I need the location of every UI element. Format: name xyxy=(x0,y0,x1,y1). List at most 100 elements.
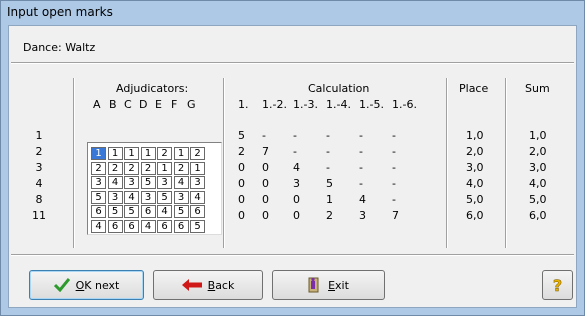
adjudicators-header: Adjudicators: xyxy=(116,82,189,95)
calc-value: 2 xyxy=(326,209,333,222)
mark-cell[interactable]: 6 xyxy=(190,205,205,218)
mark-cell[interactable]: 6 xyxy=(140,205,156,218)
place-value: 3,0 xyxy=(466,161,484,174)
mark-cell[interactable]: 1 xyxy=(107,147,123,160)
help-icon: ? xyxy=(552,275,563,295)
help-button[interactable]: ? xyxy=(542,270,573,300)
calc-value: - xyxy=(262,129,266,142)
mark-cell[interactable]: 3 xyxy=(91,176,106,189)
mark-cell[interactable]: 6 xyxy=(173,219,189,233)
mark-cell[interactable]: 3 xyxy=(157,176,172,189)
exit-door-icon xyxy=(308,277,319,293)
calc-value: - xyxy=(326,129,330,142)
couple-number: 4 xyxy=(35,177,43,190)
mark-cell[interactable]: 1 xyxy=(157,161,172,175)
calc-value: - xyxy=(293,145,297,158)
mark-cell[interactable]: 5 xyxy=(124,205,139,218)
mark-cell[interactable]: 5 xyxy=(157,190,172,204)
mark-cell[interactable]: 1 xyxy=(190,161,205,175)
mark-cell[interactable]: 4 xyxy=(190,190,205,204)
exit-label: Exit xyxy=(328,278,349,292)
calc-value: 4 xyxy=(359,193,366,206)
mark-cell[interactable]: 2 xyxy=(124,161,139,175)
calc-column-header: 1.-2. xyxy=(262,98,287,111)
divider-calculation xyxy=(446,78,448,248)
sum-value: 1,0 xyxy=(529,129,547,142)
calc-value: 5 xyxy=(238,129,245,142)
couple-number: 11 xyxy=(32,209,46,222)
back-button[interactable]: Back xyxy=(153,270,263,300)
back-label: Back xyxy=(207,278,235,292)
mark-cell[interactable]: 4 xyxy=(124,190,139,204)
mark-cell[interactable]: 5 xyxy=(91,190,106,204)
mark-cell[interactable]: 2 xyxy=(107,161,123,175)
mark-cell[interactable]: 6 xyxy=(157,219,172,233)
check-icon xyxy=(53,278,70,292)
mark-cell[interactable]: 5 xyxy=(173,205,189,218)
mark-cell[interactable]: 2 xyxy=(140,161,156,175)
sum-header: Sum xyxy=(525,82,550,95)
mark-cell[interactable]: 4 xyxy=(173,176,189,189)
calculation-header: Calculation xyxy=(308,82,370,95)
place-value: 1,0 xyxy=(466,129,484,142)
calc-value: 4 xyxy=(293,161,300,174)
exit-button[interactable]: Exit xyxy=(272,270,385,300)
mark-cell[interactable]: 2 xyxy=(91,161,106,175)
marks-grid[interactable]: 1111212222212134353435343534655645646646… xyxy=(87,142,222,235)
sum-value: 2,0 xyxy=(529,145,547,158)
adjudicator-letter: G xyxy=(187,98,196,111)
divider-adjudicators xyxy=(223,78,225,248)
calc-value: - xyxy=(293,129,297,142)
mark-cell[interactable]: 1 xyxy=(91,147,106,160)
mark-cell[interactable]: 6 xyxy=(91,205,106,218)
calc-value: 7 xyxy=(262,145,269,158)
calc-value: 0 xyxy=(293,209,300,222)
dance-label: Dance: Waltz xyxy=(23,41,96,54)
calc-value: - xyxy=(359,161,363,174)
mark-cell[interactable]: 1 xyxy=(140,147,156,160)
place-value: 2,0 xyxy=(466,145,484,158)
arrow-left-icon xyxy=(181,279,202,291)
place-value: 6,0 xyxy=(466,209,484,222)
mark-cell[interactable]: 3 xyxy=(173,190,189,204)
calc-value: - xyxy=(392,177,396,190)
mark-cell[interactable]: 4 xyxy=(91,219,106,233)
sum-value: 5,0 xyxy=(529,193,547,206)
mark-cell[interactable]: 6 xyxy=(107,219,123,233)
mark-cell[interactable]: 3 xyxy=(190,176,205,189)
calc-column-header: 1.-5. xyxy=(359,98,384,111)
mark-cell[interactable]: 1 xyxy=(173,147,189,160)
dialog-window: Input open marks Dance: Waltz Adjudicato… xyxy=(0,0,585,316)
mark-cell[interactable]: 4 xyxy=(157,205,172,218)
mark-cell[interactable]: 5 xyxy=(190,219,205,233)
adjudicator-letter: A xyxy=(93,98,101,111)
calc-value: 3 xyxy=(359,209,366,222)
mark-cell[interactable]: 6 xyxy=(124,219,139,233)
mark-cell[interactable]: 2 xyxy=(190,147,205,160)
calc-value: 0 xyxy=(262,193,269,206)
mark-cell[interactable]: 4 xyxy=(107,176,123,189)
mark-cell[interactable]: 2 xyxy=(157,147,172,160)
calc-value: - xyxy=(326,161,330,174)
mark-cell[interactable]: 3 xyxy=(107,190,123,204)
ok-next-button[interactable]: OK next xyxy=(29,270,144,300)
mark-cell[interactable]: 1 xyxy=(124,147,139,160)
calc-value: 1 xyxy=(326,193,333,206)
mark-cell[interactable]: 3 xyxy=(124,176,139,189)
mark-cell[interactable]: 2 xyxy=(173,161,189,175)
calc-value: - xyxy=(392,145,396,158)
calc-value: 0 xyxy=(262,161,269,174)
calc-value: - xyxy=(359,129,363,142)
place-value: 5,0 xyxy=(466,193,484,206)
calc-value: 2 xyxy=(238,145,245,158)
mark-cell[interactable]: 3 xyxy=(140,190,156,204)
mark-cell[interactable]: 5 xyxy=(140,176,156,189)
calc-column-header: 1.-4. xyxy=(326,98,351,111)
adjudicator-letter: C xyxy=(124,98,132,111)
dialog-client-area: Dance: Waltz Adjudicators: Calculation P… xyxy=(8,25,577,308)
calc-value: - xyxy=(359,177,363,190)
mark-cell[interactable]: 5 xyxy=(107,205,123,218)
calc-column-header: 1. xyxy=(238,98,249,111)
calc-value: - xyxy=(392,161,396,174)
mark-cell[interactable]: 4 xyxy=(140,219,156,233)
